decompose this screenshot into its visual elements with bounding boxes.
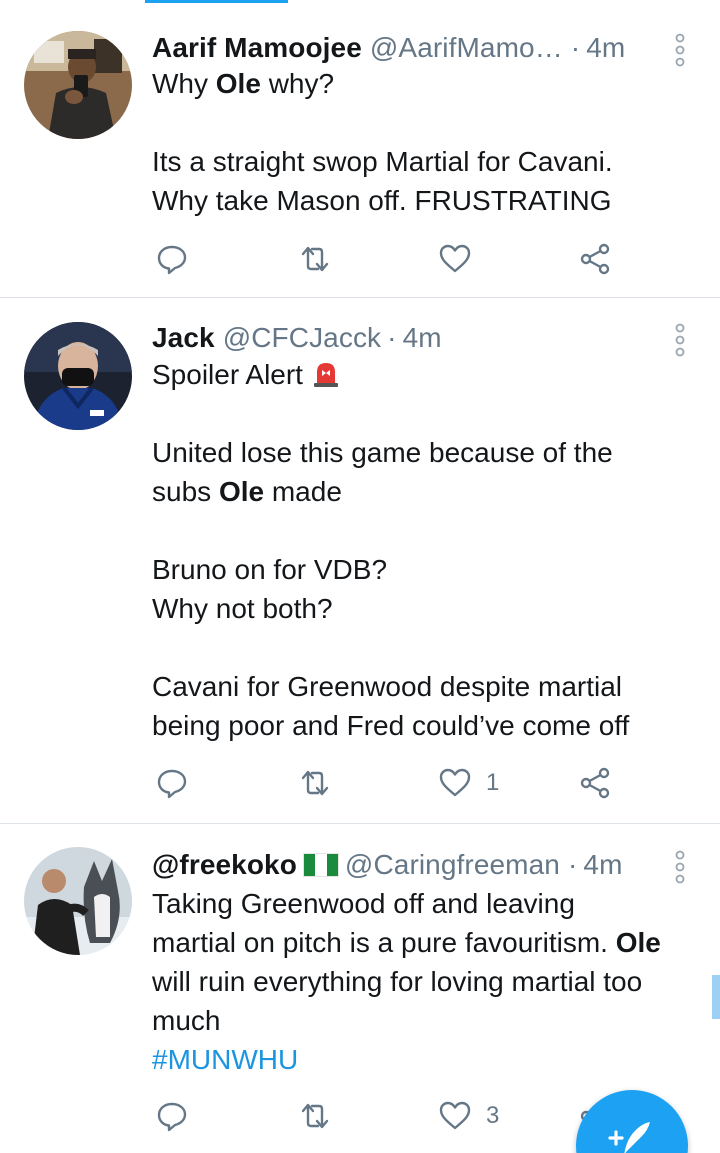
like-count: 3: [486, 1102, 500, 1129]
tweet[interactable]: Jack @CFCJacck · 4m Spoiler Alert United…: [0, 318, 720, 823]
reply-icon: [157, 1102, 187, 1132]
divider: [0, 297, 720, 298]
tweet-line: subs Ole made: [152, 472, 712, 511]
share-icon: [580, 243, 610, 275]
tweet-text: Why Ole why? Its a straight swop Martial …: [152, 64, 712, 220]
timestamp[interactable]: 4m: [403, 322, 442, 354]
more-vertical-icon[interactable]: [668, 850, 692, 884]
tweet-line: will ruin everything for loving martial …: [152, 962, 712, 1001]
heart-icon: [439, 244, 471, 273]
tweet-line: United lose this game because of the: [152, 433, 712, 472]
tweet-text-segment: Why: [152, 68, 216, 99]
reply-icon: [157, 769, 187, 799]
timestamp[interactable]: 4m: [583, 849, 622, 881]
tweet-text-segment: subs: [152, 476, 219, 507]
author-name[interactable]: Aarif Mamoojee: [152, 32, 362, 64]
avatar[interactable]: [24, 847, 132, 955]
author-handle[interactable]: @AarifMamo…: [370, 32, 563, 64]
avatar[interactable]: [24, 322, 132, 430]
reply-button[interactable]: [155, 763, 189, 803]
retweet-button[interactable]: [298, 239, 332, 279]
retweet-icon: [301, 246, 329, 272]
separator: ·: [567, 849, 578, 880]
siren-emoji-icon: [313, 363, 338, 387]
tweet-line: martial on pitch is a pure favouritism. …: [152, 923, 712, 962]
author-name[interactable]: @freekoko: [152, 849, 297, 881]
heart-icon: [439, 768, 471, 797]
separator: ·: [387, 322, 397, 353]
like-button[interactable]: 3: [438, 1096, 499, 1136]
tweet-line: #MUNWHU: [152, 1040, 712, 1079]
author-handle[interactable]: @Caringfreeman: [345, 849, 560, 881]
tweet-text-segment: Spoiler Alert: [152, 359, 311, 390]
avatar[interactable]: [24, 31, 132, 139]
retweet-button[interactable]: [298, 763, 332, 803]
tweet-text-segment: martial on pitch is a pure favouritism.: [152, 927, 616, 958]
tweet-line: Cavani for Greenwood despite martial: [152, 667, 712, 706]
tweet-text: Spoiler Alert United lose this game beca…: [152, 355, 712, 745]
highlighted-keyword: Ole: [215, 68, 261, 99]
active-tab-indicator: [145, 0, 288, 3]
tweet-text-segment: Bruno on for VDB?: [152, 554, 388, 585]
tweet-line: Why take Mason off. FRUSTRATING: [152, 181, 712, 220]
tweet-line: Taking Greenwood off and leaving: [152, 884, 712, 923]
tweet-line: being poor and Fred could’ve come off: [152, 706, 712, 745]
timestamp[interactable]: 4m: [586, 32, 625, 64]
tweet-text-segment: Why take Mason off. FRUSTRATING: [152, 185, 612, 216]
hashtag-link[interactable]: #MUNWHU: [152, 1044, 298, 1075]
author-handle[interactable]: @CFCJacck: [223, 322, 381, 354]
tweet-line: Its a straight swop Martial for Cavani.: [152, 142, 712, 181]
tweet[interactable]: Aarif Mamoojee @AarifMamo… · 4m Why Ole …: [0, 28, 720, 298]
share-button[interactable]: [578, 239, 612, 279]
like-count: 1: [486, 769, 500, 796]
tweet-header: Jack @CFCJacck · 4m: [152, 318, 442, 358]
tweet-text-segment: Its a straight swop Martial for Cavani.: [152, 146, 613, 177]
share-button[interactable]: [578, 763, 612, 803]
reply-button[interactable]: [155, 1096, 189, 1136]
tweet-text-segment: much: [152, 1005, 221, 1036]
tweet-line: Spoiler Alert: [152, 355, 712, 394]
tweet-header: @freekoko @Caringfreeman · 4m: [152, 845, 623, 885]
tweet-line: much: [152, 1001, 712, 1040]
tweet-text-segment: Taking Greenwood off and leaving: [152, 888, 575, 919]
retweet-button[interactable]: [298, 1096, 332, 1136]
like-button[interactable]: 1: [438, 763, 499, 803]
separator: ·: [570, 32, 581, 63]
retweet-icon: [301, 1103, 329, 1129]
tweet-text-segment: made: [264, 476, 342, 507]
tweet-line: Why not both?: [152, 589, 712, 628]
tweet-text: Taking Greenwood off and leaving martial …: [152, 884, 712, 1079]
reply-icon: [157, 245, 187, 275]
tweet-text-segment: will ruin everything for loving martial …: [152, 966, 643, 997]
tweet-line: Bruno on for VDB?: [152, 550, 712, 589]
divider: [0, 823, 720, 824]
tweet-text-segment: Why not both?: [152, 593, 333, 624]
tweet-text-segment: Cavani for Greenwood despite martial: [152, 671, 623, 702]
tweet-actions: [0, 239, 720, 279]
tweet-text-segment: United lose this game because of the: [152, 437, 613, 468]
tweet-line: Why Ole why?: [152, 64, 712, 103]
nigeria-flag-icon: [302, 853, 339, 877]
highlighted-keyword: Ole: [615, 927, 661, 958]
more-vertical-icon[interactable]: [668, 33, 692, 67]
scrollbar-thumb[interactable]: [712, 975, 720, 1019]
heart-icon: [439, 1101, 471, 1130]
highlighted-keyword: Ole: [218, 476, 265, 507]
tweet-actions: 1: [0, 763, 720, 803]
tweet-text-segment: why?: [260, 68, 335, 99]
share-icon: [580, 767, 610, 799]
author-name[interactable]: Jack: [152, 322, 215, 354]
tweet-text-segment: being poor and Fred could’ve come off: [152, 710, 630, 741]
like-button[interactable]: [438, 239, 486, 279]
tweet-header: Aarif Mamoojee @AarifMamo… · 4m: [152, 28, 625, 68]
more-vertical-icon[interactable]: [668, 323, 692, 357]
retweet-icon: [301, 770, 329, 796]
compose-tweet-icon: [608, 1122, 650, 1153]
reply-button[interactable]: [155, 239, 189, 279]
